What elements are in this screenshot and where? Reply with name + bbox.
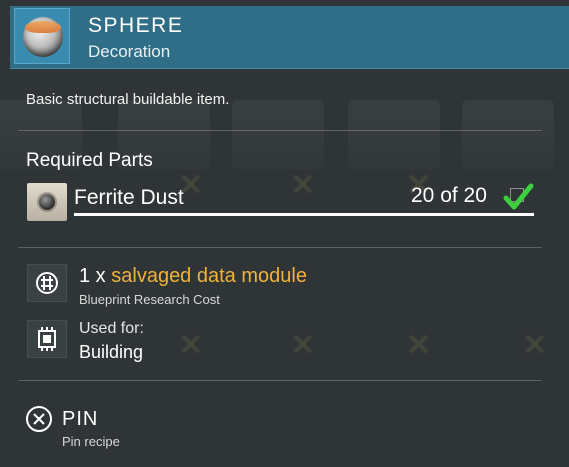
pin-caption: Pin recipe [62,434,120,449]
data-module-icon [27,264,67,302]
close-circle-icon[interactable] [26,406,52,432]
item-description: Basic structural buildable item. [26,91,230,108]
research-cost: 1 x salvaged data module [79,265,307,288]
ghost-wrench-icon: ✕ [290,329,316,362]
ghost-tile [462,100,554,170]
pin-label[interactable]: PIN [62,408,98,431]
part-count: 20 of 20 [411,184,487,207]
item-title: SPHERE [88,14,184,37]
ghost-wrench-icon: ✕ [406,329,432,362]
research-caption: Blueprint Research Cost [79,292,220,307]
background-build-menu: ✕ ✕ ✕ ✕ ✕ ✕ ✕ [0,0,569,467]
used-for-value: Building [79,342,144,362]
divider [18,380,542,381]
checkmark-icon [503,183,534,210]
ghost-tile-row [0,100,569,190]
sphere-icon [14,8,70,64]
research-item: salvaged data module [111,265,307,287]
part-progress-fill [74,213,534,216]
ghost-tile [232,100,324,170]
divider [18,130,542,131]
ferrite-dust-glyph [39,194,55,210]
part-name: Ferrite Dust [74,186,184,209]
divider [18,247,542,248]
used-for-label: Used for: [79,320,144,337]
ferrite-dust-icon [27,183,67,221]
ghost-wrench-icon: ✕ [178,329,204,362]
part-progress-bar [74,213,534,216]
research-quantity: 1 x [79,265,106,287]
item-header: SPHERE Decoration [10,6,569,69]
required-parts-title: Required Parts [26,150,153,171]
ghost-wrench-icon: ✕ [290,169,316,202]
ghost-tile [348,100,440,170]
item-category: Decoration [88,42,171,61]
ghost-wrench-icon: ✕ [522,329,548,362]
circuit-chip-icon [27,320,67,358]
sphere-band [25,21,61,33]
